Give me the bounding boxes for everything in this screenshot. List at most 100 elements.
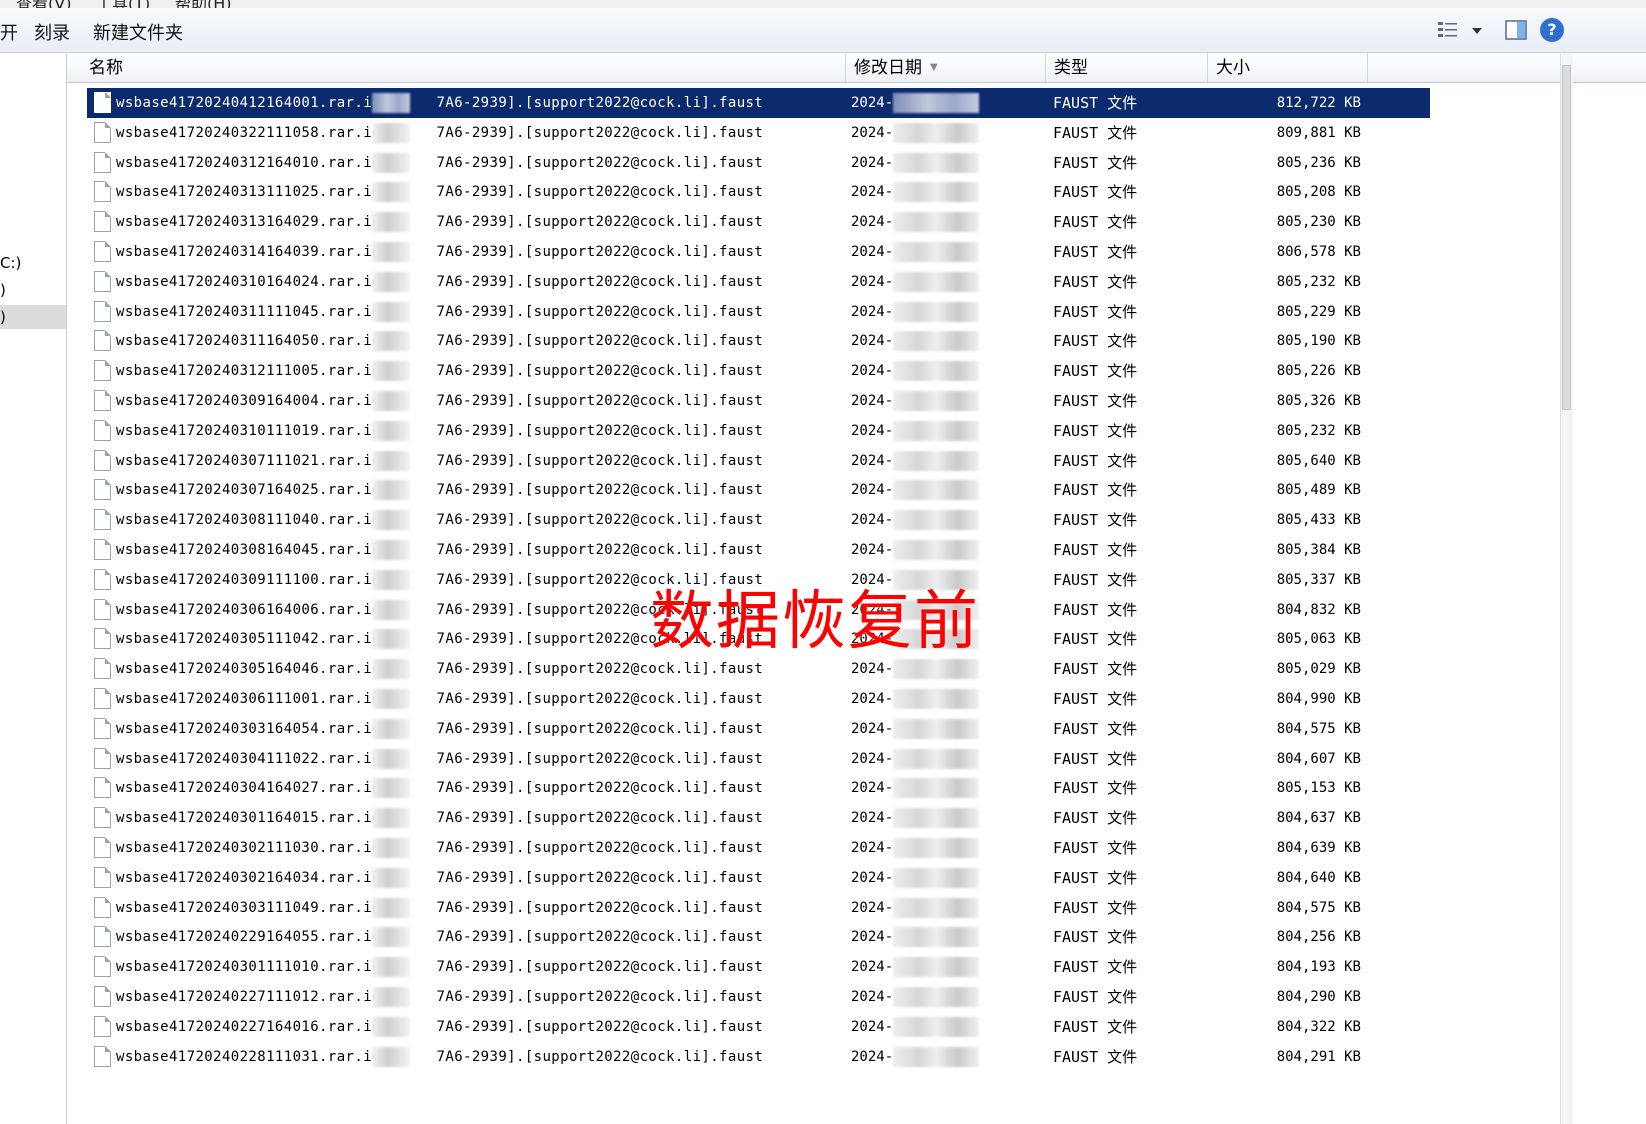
redacted-id-blur [372, 867, 410, 888]
table-row[interactable]: wsbase41720240412164001.rar.id[8 7A6-2939… [87, 88, 1430, 118]
table-row[interactable]: wsbase41720240313111025.rar.id[8 7A6-2939… [87, 177, 1430, 207]
burn-button[interactable]: 刻录 [34, 19, 70, 45]
table-row[interactable]: wsbase41720240312164010.rar.id[8 7A6-2939… [87, 148, 1430, 178]
scrollbar-thumb[interactable] [1562, 65, 1571, 410]
table-row[interactable]: wsbase41720240311111045.rar.id[8 7A6-2939… [87, 297, 1430, 327]
file-name: wsbase41720240302164034.rar.id[8 7A6-2939… [116, 863, 763, 893]
file-name-suffix: 7A6-2939].[support2022@cock.li].faust [436, 750, 764, 767]
table-row[interactable]: wsbase41720240308164045.rar.id[8 7A6-2939… [87, 535, 1430, 565]
table-row[interactable]: wsbase41720240303164054.rar.id[8 7A6-2939… [87, 714, 1430, 744]
file-icon [94, 777, 111, 799]
table-row[interactable]: wsbase41720240227164016.rar.id[8 7A6-2939… [87, 1012, 1430, 1042]
file-name: wsbase41720240307164025.rar.id[8 7A6-2939… [116, 475, 763, 505]
file-name-suffix: 7A6-2939].[support2022@cock.li].faust [436, 810, 764, 827]
table-row[interactable]: wsbase41720240307164025.rar.id[8 7A6-2939… [87, 475, 1430, 505]
redacted-id-blur [372, 122, 410, 143]
file-icon [94, 121, 111, 143]
file-name: wsbase41720240308164045.rar.id[8 7A6-2939… [116, 535, 763, 565]
table-row[interactable]: wsbase41720240304164027.rar.id[8 7A6-2939… [87, 773, 1430, 803]
redacted-date-blur [893, 93, 979, 113]
table-row[interactable]: wsbase41720240302111030.rar.id[8 7A6-2939… [87, 833, 1430, 863]
redacted-id-blur [372, 242, 410, 262]
file-type: FAUST 文件 [1053, 392, 1138, 410]
file-name-prefix: wsbase41720240311164050.rar.id[8 [116, 333, 399, 350]
file-type: FAUST 文件 [1053, 928, 1138, 947]
view-options-icon[interactable] [1436, 18, 1460, 42]
nav-item-drive-c[interactable]: C:) [0, 251, 66, 275]
table-row[interactable]: wsbase41720240227111012.rar.id[8 7A6-2939… [87, 982, 1430, 1012]
menu-tools[interactable]: 工具(T) [96, 0, 150, 8]
new-folder-button[interactable]: 新建文件夹 [93, 19, 183, 45]
file-type: FAUST 文件 [1053, 630, 1138, 649]
file-icon [94, 628, 111, 650]
redacted-id-blur [372, 93, 410, 113]
menu-view[interactable]: 查看(V) [16, 0, 71, 8]
file-name-prefix: wsbase41720240309164004.rar.id[8 [116, 393, 399, 409]
table-row[interactable]: wsbase41720240301164015.rar.id[8 7A6-2939… [87, 803, 1430, 833]
file-name-prefix: wsbase41720240227164016.rar.id[8 [116, 1018, 399, 1035]
menu-help[interactable]: 帮助(H) [175, 0, 232, 8]
file-name-suffix: 7A6-2939].[support2022@cock.li].faust [436, 214, 764, 231]
file-type: FAUST 文件 [1053, 451, 1138, 470]
file-type: FAUST 文件 [1053, 123, 1138, 142]
table-row[interactable]: wsbase41720240306111001.rar.id[8 7A6-2939… [87, 684, 1430, 714]
redacted-id-blur [372, 510, 410, 531]
vertical-scrollbar[interactable] [1560, 53, 1573, 1124]
table-row[interactable]: wsbase41720240314164039.rar.id[8 7A6-2939… [87, 237, 1430, 267]
file-name-suffix: 7A6-2939].[support2022@cock.li].faust [436, 422, 764, 439]
file-date: 2024- [851, 691, 894, 707]
table-row[interactable]: wsbase41720240302164034.rar.id[8 7A6-2939… [87, 863, 1430, 893]
table-row[interactable]: wsbase41720240308111040.rar.id[8 7A6-2939… [87, 505, 1430, 535]
file-icon [94, 449, 111, 471]
column-size[interactable]: 大小 [1208, 53, 1368, 82]
table-row[interactable]: wsbase41720240304111022.rar.id[8 7A6-2939… [87, 744, 1430, 774]
toolbar: 开 刻录 新建文件夹 ? [0, 8, 1646, 53]
file-name-prefix: wsbase41720240313164029.rar.id[8 [116, 214, 399, 231]
column-name[interactable]: 名称 [81, 53, 846, 82]
table-row[interactable]: wsbase41720240322111058.rar.id[8 7A6-2939… [87, 118, 1430, 148]
column-date[interactable]: 修改日期 ▼ [846, 53, 1046, 82]
open-button[interactable]: 开 [0, 19, 18, 45]
file-icon [94, 986, 111, 1007]
file-name: wsbase41720240306111001.rar.id[8 7A6-2939… [116, 684, 763, 714]
file-size: 804,575 KB [1276, 720, 1361, 737]
column-size-label: 大小 [1216, 58, 1250, 78]
file-size: 805,384 KB [1276, 542, 1361, 558]
redacted-date-blur [893, 361, 979, 382]
table-row[interactable]: wsbase41720240310111019.rar.id[8 7A6-2939… [87, 416, 1430, 446]
chevron-down-icon[interactable] [1470, 18, 1484, 42]
file-size: 804,291 KB [1276, 1048, 1361, 1065]
file-date: 2024- [851, 750, 894, 767]
table-row[interactable]: wsbase41720240310164024.rar.id[8 7A6-2939… [87, 267, 1430, 297]
table-row[interactable]: wsbase41720240228111031.rar.id[8 7A6-2939… [87, 1042, 1430, 1072]
table-row[interactable]: wsbase41720240307111021.rar.id[8 7A6-2939… [87, 446, 1430, 476]
file-name-suffix: 7A6-2939].[support2022@cock.li].faust [436, 273, 764, 290]
table-row[interactable]: wsbase41720240313164029.rar.id[8 7A6-2939… [87, 207, 1430, 237]
table-row[interactable]: wsbase41720240229164055.rar.id[8 7A6-2939… [87, 922, 1430, 952]
file-icon [94, 181, 111, 203]
preview-pane-icon[interactable] [1504, 18, 1528, 42]
redacted-date-blur [893, 420, 979, 441]
file-icon [94, 1015, 111, 1037]
file-type: FAUST 文件 [1053, 362, 1138, 381]
file-type: FAUST 文件 [1053, 332, 1138, 351]
table-row[interactable]: wsbase41720240309164004.rar.id[8 7A6-2939… [87, 386, 1430, 416]
nav-item-drive-e[interactable]: ) [0, 305, 66, 329]
nav-item-drive-d[interactable]: ) [0, 278, 66, 302]
redacted-id-blur [372, 629, 410, 650]
table-row[interactable]: wsbase41720240312111005.rar.id[8 7A6-2939… [87, 356, 1430, 386]
redacted-date-blur [893, 1046, 979, 1067]
help-icon[interactable]: ? [1540, 18, 1564, 42]
redacted-date-blur [893, 510, 979, 531]
column-type[interactable]: 类型 [1046, 53, 1208, 82]
table-row[interactable]: wsbase41720240311164050.rar.id[8 7A6-2939… [87, 326, 1430, 356]
file-date: 2024- [851, 124, 894, 141]
file-name: wsbase41720240312111005.rar.id[8 7A6-2939… [116, 356, 763, 386]
table-row[interactable]: wsbase41720240301111010.rar.id[8 7A6-2939… [87, 952, 1430, 982]
redacted-date-blur [893, 927, 979, 948]
table-row[interactable]: wsbase41720240303111049.rar.id[8 7A6-2939… [87, 893, 1430, 923]
file-type: FAUST 文件 [1053, 839, 1138, 857]
file-date: 2024- [851, 542, 894, 558]
redacted-date-blur [893, 897, 979, 918]
file-type: FAUST 文件 [1053, 183, 1138, 202]
